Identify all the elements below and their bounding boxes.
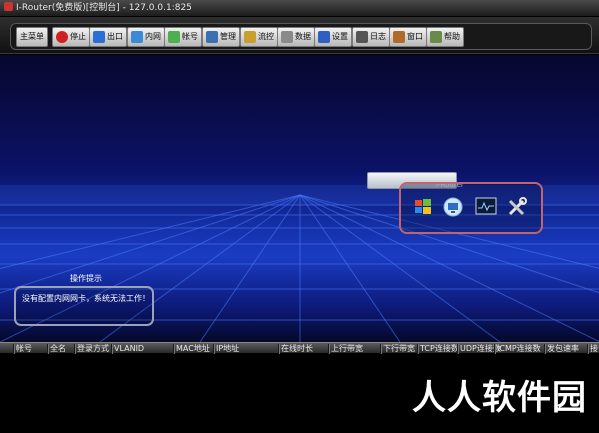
accounts-button[interactable]: 帐号 — [164, 27, 202, 47]
toolbar-button-label: 设置 — [332, 32, 348, 41]
log-icon — [356, 31, 368, 43]
column-header[interactable]: MAC地址 — [173, 343, 210, 355]
lan-button[interactable]: 内网 — [127, 27, 165, 47]
toolbar-button-label: 日志 — [370, 32, 386, 41]
toolbar-button-label: 数据 — [295, 32, 311, 41]
tools-panel — [399, 182, 543, 234]
window-title: I-Router(免费版)[控制台] - 127.0.0.1:825 — [16, 3, 192, 13]
toolbar-button-label: 出口 — [107, 32, 123, 41]
admin-button[interactable]: 管理 — [202, 27, 240, 47]
main-menu-button[interactable]: 主菜单 — [16, 27, 48, 47]
operation-tip: 操作提示 没有配置内网网卡，系统无法工作！ — [14, 274, 154, 326]
column-header[interactable]: ICMP连接数 — [494, 343, 541, 355]
windows-icon[interactable] — [413, 197, 435, 219]
window-icon — [393, 31, 405, 43]
column-header[interactable]: 登录方式 — [74, 343, 109, 355]
column-header[interactable]: 全名 — [47, 343, 66, 355]
lan-icon — [131, 31, 143, 43]
column-header[interactable]: VLANID — [110, 343, 144, 355]
column-header[interactable]: TCP连接数 — [417, 343, 459, 355]
tip-message: 没有配置内网网卡，系统无法工作！ — [22, 294, 150, 303]
help-icon — [430, 31, 442, 43]
column-header[interactable]: 帐号 — [13, 343, 32, 355]
settings-icon — [318, 31, 330, 43]
exit-icon — [93, 31, 105, 43]
toolbar-button-label: 窗口 — [407, 32, 423, 41]
terminal-icon[interactable] — [475, 197, 497, 219]
column-header[interactable]: 上行带宽 — [328, 343, 363, 355]
app-icon — [4, 2, 13, 11]
column-header[interactable]: IP地址 — [212, 343, 239, 355]
stop-button[interactable]: 停止 — [52, 27, 90, 47]
tip-title: 操作提示 — [70, 274, 102, 283]
stop-icon — [56, 31, 68, 43]
toolbar-button-label: 帮助 — [444, 32, 460, 41]
log-button[interactable]: 日志 — [352, 27, 390, 47]
toolbar: 主菜单 停止 出口 内网 帐号 管理 流控 数据 设置 日志 窗口 帮助 — [0, 17, 599, 54]
window-button[interactable]: 窗口 — [389, 27, 427, 47]
column-header[interactable]: 在线时长 — [278, 343, 313, 355]
flow-control-button[interactable]: 流控 — [240, 27, 278, 47]
toolbar-button-label: 主菜单 — [20, 32, 44, 41]
data-icon — [281, 31, 293, 43]
data-button[interactable]: 数据 — [277, 27, 315, 47]
exit-button[interactable]: 出口 — [89, 27, 127, 47]
network-view: I-Router 操作提示 没有配置内网网卡，系统无法工作！ — [0, 55, 599, 342]
toolbar-button-label: 流控 — [258, 32, 274, 41]
toolbar-button-label: 内网 — [145, 32, 161, 41]
flow-control-icon — [244, 31, 256, 43]
admin-icon — [206, 31, 218, 43]
column-header[interactable]: 下行带宽 — [380, 343, 415, 355]
watermark: 人人软件园 — [412, 378, 587, 418]
settings-button[interactable]: 设置 — [314, 27, 352, 47]
window-title-bar: I-Router(免费版)[控制台] - 127.0.0.1:825 — [0, 0, 599, 17]
toolbar-button-label: 停止 — [70, 32, 86, 41]
column-header[interactable]: 发包速率 — [544, 343, 579, 355]
tools-icon[interactable] — [507, 197, 529, 219]
monitor-icon[interactable] — [443, 197, 465, 219]
toolbar-button-label: 帐号 — [182, 32, 198, 41]
toolbar-button-label: 管理 — [220, 32, 236, 41]
accounts-icon — [168, 31, 180, 43]
column-header[interactable]: 接 — [587, 343, 598, 355]
session-table-header: 帐号 全名 登录方式 VLANID MAC地址 IP地址 在线时长 上行带宽 下… — [0, 342, 599, 354]
help-button[interactable]: 帮助 — [426, 27, 464, 47]
